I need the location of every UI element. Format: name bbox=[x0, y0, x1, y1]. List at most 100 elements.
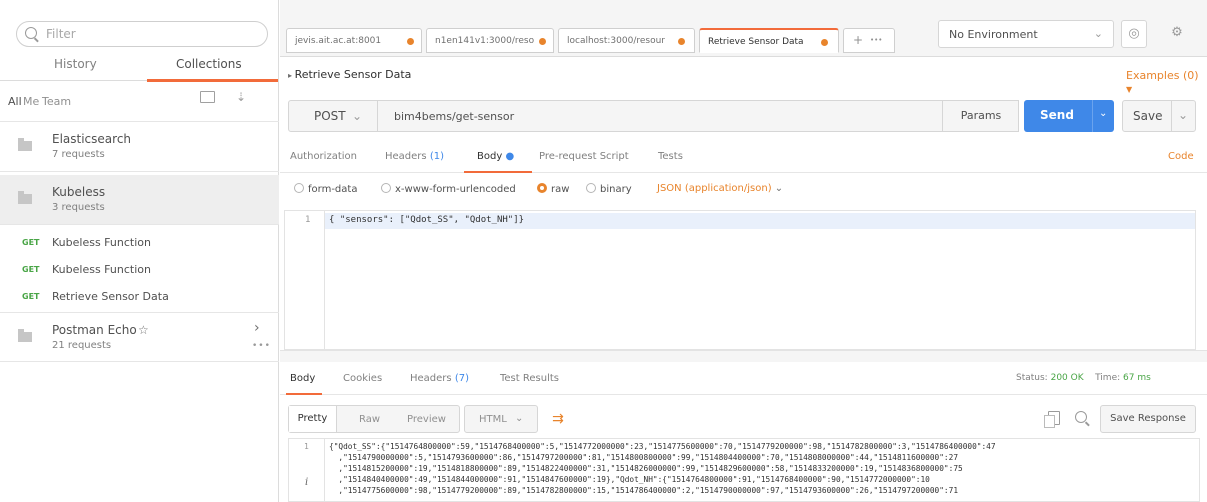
tab-cookies[interactable]: Cookies bbox=[343, 373, 382, 384]
code-link[interactable]: Code bbox=[1168, 151, 1194, 162]
radio-urlencoded[interactable]: x-www-form-urlencoded bbox=[381, 183, 516, 195]
tab-jevis[interactable]: jevis.ait.ac.at:8001 bbox=[286, 28, 422, 53]
folder-icon bbox=[18, 329, 32, 342]
active-dot-icon: ● bbox=[505, 151, 515, 162]
response-line: {"Qdot_SS":{"1514764800000":59,"15147684… bbox=[329, 442, 996, 451]
tab-retrieve-sensor-data[interactable]: Retrieve Sensor Data bbox=[699, 28, 839, 53]
raw-button[interactable]: Raw bbox=[359, 414, 380, 425]
more-tabs-icon[interactable]: ••• bbox=[870, 36, 882, 44]
collection-kubeless[interactable]: Kubeless 3 requests bbox=[0, 175, 279, 225]
request-name: Retrieve Sensor Data bbox=[52, 290, 169, 303]
line-gutter bbox=[285, 211, 325, 349]
unsaved-dot-icon bbox=[407, 38, 414, 45]
format-select[interactable]: HTML ⌄ bbox=[464, 405, 538, 433]
status-label: Status: bbox=[1016, 373, 1048, 383]
more-options-icon[interactable]: ••• bbox=[252, 341, 271, 351]
response-line: ,"1514790000000":5,"1514793600000":86,"1… bbox=[329, 453, 959, 462]
tab-response-body[interactable]: Body bbox=[290, 373, 315, 384]
collection-name: Kubeless bbox=[52, 185, 106, 199]
unsaved-dot-icon bbox=[539, 38, 546, 45]
unsaved-dot-icon bbox=[821, 39, 828, 46]
time-value: 67 ms bbox=[1123, 373, 1151, 383]
pane-divider[interactable] bbox=[280, 350, 1207, 362]
collection-elasticsearch[interactable]: Elasticsearch 7 requests bbox=[0, 122, 279, 172]
sidebar: Filter History Collections All Me Team ⇣… bbox=[0, 0, 279, 502]
pretty-button[interactable]: Pretty bbox=[289, 406, 337, 432]
body-tab-underline bbox=[464, 171, 532, 173]
save-button[interactable]: Save ⌄ bbox=[1122, 100, 1196, 132]
radio-binary[interactable]: binary bbox=[586, 183, 632, 195]
breadcrumb[interactable]: ▸ Retrieve Sensor Data bbox=[288, 68, 411, 81]
status-value: 200 OK bbox=[1050, 373, 1084, 383]
tab-label: Headers bbox=[385, 151, 427, 162]
tab-label: Headers bbox=[410, 373, 452, 384]
radio-circle bbox=[381, 183, 391, 193]
radio-form-data[interactable]: form-data bbox=[294, 183, 357, 195]
line-number: 1 bbox=[305, 215, 311, 225]
tab-authorization[interactable]: Authorization bbox=[290, 151, 357, 162]
tab-body[interactable]: Body ● bbox=[477, 151, 514, 162]
new-collection-icon[interactable] bbox=[200, 91, 215, 103]
divider bbox=[1171, 101, 1172, 131]
response-line: ,"1514815200000":19,"1514818800000":89,"… bbox=[329, 464, 963, 473]
method-badge: GET bbox=[22, 238, 40, 247]
filter-placeholder: Filter bbox=[46, 27, 76, 41]
environment-select[interactable]: No Environment ⌄ bbox=[938, 20, 1114, 48]
copy-icon[interactable] bbox=[1044, 411, 1060, 428]
save-response-button[interactable]: Save Response bbox=[1100, 405, 1196, 433]
send-button[interactable]: Send ⌄ bbox=[1024, 100, 1114, 132]
tab-collections[interactable]: Collections bbox=[176, 57, 242, 71]
params-button[interactable]: Params bbox=[942, 100, 1019, 132]
eye-icon[interactable]: ◎ bbox=[1121, 20, 1147, 48]
wrap-lines-icon[interactable]: ⇉ bbox=[542, 405, 574, 433]
tab-history[interactable]: History bbox=[54, 57, 97, 71]
response-body[interactable]: 1 i {"Qdot_SS":{"1514764800000":59,"1514… bbox=[288, 438, 1200, 502]
tab-response-headers[interactable]: Headers (7) bbox=[410, 373, 469, 384]
tab-label: Retrieve Sensor Data bbox=[708, 37, 804, 47]
tab-test-results[interactable]: Test Results bbox=[500, 373, 559, 384]
collection-name: Elasticsearch bbox=[52, 132, 132, 146]
new-tab-button[interactable]: + ••• bbox=[843, 28, 895, 53]
method-select[interactable]: POST ⌄ bbox=[288, 100, 378, 132]
filter-input[interactable]: Filter bbox=[16, 21, 268, 47]
chevron-down-icon: ⌄ bbox=[1093, 27, 1103, 40]
preview-button[interactable]: Preview bbox=[407, 414, 446, 425]
tab-pre-request-script[interactable]: Pre-request Script bbox=[539, 151, 629, 162]
chevron-down-icon[interactable]: ⌄ bbox=[1178, 108, 1188, 122]
radio-label: raw bbox=[551, 184, 570, 195]
content-type-select[interactable]: JSON (application/json) ⌄ bbox=[657, 183, 783, 194]
tab-n1en141v1[interactable]: n1en141v1:3000/reso bbox=[426, 28, 554, 53]
radio-raw[interactable]: raw bbox=[537, 183, 569, 195]
chevron-right-icon[interactable]: › bbox=[254, 320, 260, 336]
examples-dropdown[interactable]: Examples (0) ▼ bbox=[1126, 69, 1207, 95]
request-item[interactable]: GET Kubeless Function bbox=[0, 257, 279, 283]
chevron-down-icon: ⌄ bbox=[352, 109, 363, 123]
examples-label: Examples (0) bbox=[1126, 69, 1199, 82]
request-item[interactable]: GET Retrieve Sensor Data bbox=[0, 284, 279, 310]
url-value: bim4bems/get-sensor bbox=[394, 110, 515, 123]
body-editor[interactable]: 1 { "sensors": ["Qdot_SS", "Qdot_NH"]} bbox=[284, 210, 1196, 350]
folder-icon bbox=[18, 191, 32, 204]
plus-icon: + bbox=[853, 33, 864, 47]
tab-tests[interactable]: Tests bbox=[658, 151, 683, 162]
search-icon[interactable] bbox=[1075, 411, 1087, 423]
collection-postman-echo[interactable]: Postman Echo ☆ 21 requests › ••• bbox=[0, 312, 279, 362]
line-number: 1 bbox=[304, 442, 309, 451]
caret-down-icon: ▼ bbox=[1126, 85, 1133, 94]
send-label: Send bbox=[1040, 108, 1074, 122]
filter-all[interactable]: All bbox=[8, 95, 22, 108]
request-item[interactable]: GET Kubeless Function bbox=[0, 230, 279, 256]
chevron-down-icon[interactable]: ⌄ bbox=[1099, 108, 1107, 119]
tab-headers[interactable]: Headers (1) bbox=[385, 151, 444, 162]
filter-me[interactable]: Me bbox=[23, 95, 39, 108]
filter-team[interactable]: Team bbox=[42, 95, 71, 108]
sort-icon[interactable]: ⇣ bbox=[236, 90, 246, 104]
star-icon[interactable]: ☆ bbox=[138, 323, 149, 337]
editor-text: { "sensors": ["Qdot_SS", "Qdot_NH"]} bbox=[329, 215, 525, 225]
tab-localhost[interactable]: localhost:3000/resour bbox=[558, 28, 695, 53]
gear-icon[interactable]: ⚙ bbox=[1152, 20, 1202, 48]
radio-circle bbox=[537, 183, 547, 193]
response-status: Status: 200 OK Time: 67 ms bbox=[1016, 373, 1151, 383]
url-input[interactable]: bim4bems/get-sensor bbox=[378, 100, 1019, 132]
search-icon bbox=[25, 27, 37, 39]
